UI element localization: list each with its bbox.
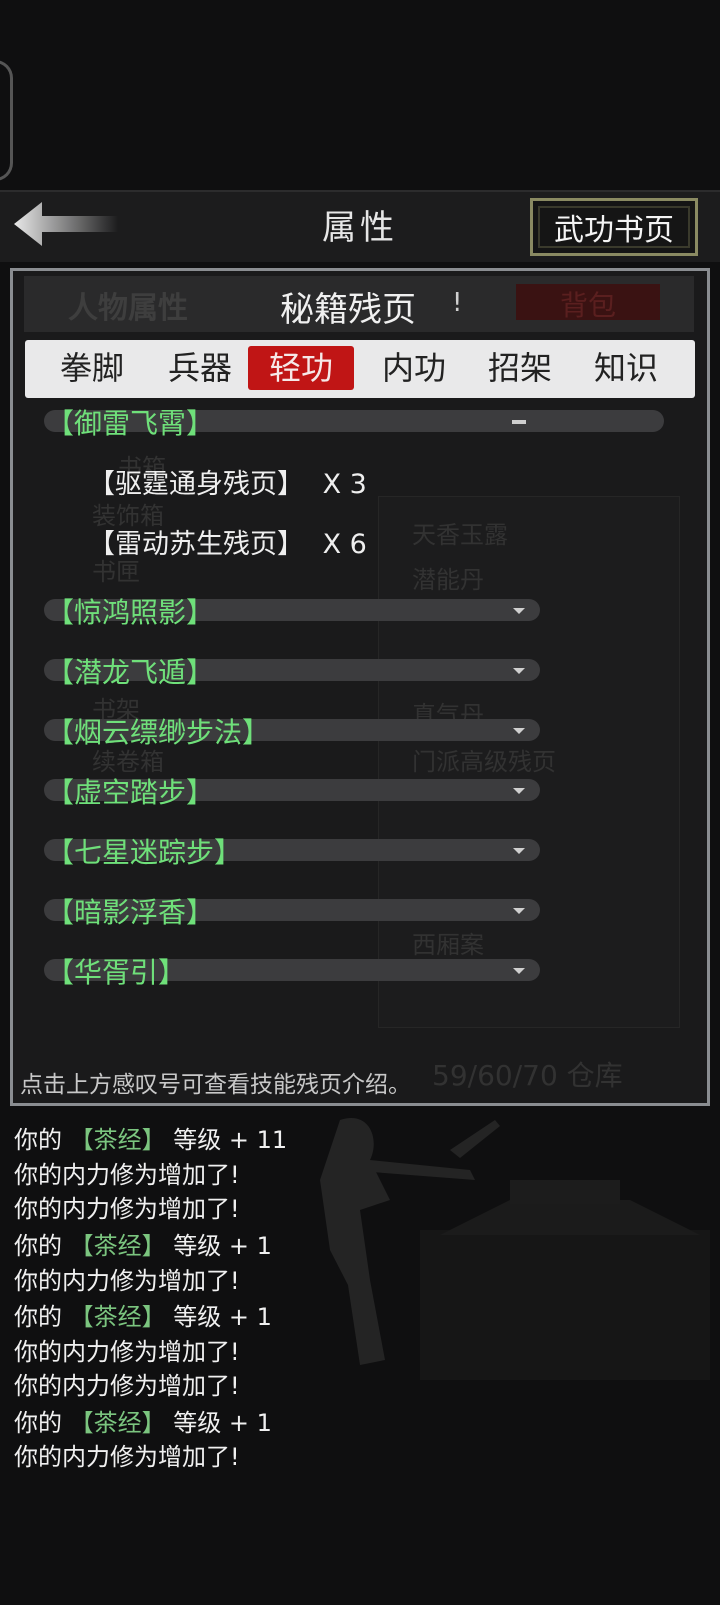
log-prefix: 你的 (14, 1126, 62, 1154)
log-entry: 你的 【茶经】 等级 + 1 (14, 1297, 272, 1332)
chevron-down-icon[interactable] (513, 968, 525, 974)
log-suffix: 等级 + 1 (173, 1232, 272, 1260)
skill-name: 【暗影浮香】 (46, 896, 215, 929)
screen-edge-decoration (0, 60, 13, 181)
tab-knowledge[interactable]: 知识 (578, 346, 674, 390)
log-entry: 你的内力修为增加了! (14, 1161, 240, 1189)
minus-icon[interactable] (512, 420, 526, 424)
log-item-name: 【茶经】 (69, 1409, 166, 1437)
chevron-down-icon[interactable] (513, 788, 525, 794)
log-suffix: 等级 + 1 (173, 1409, 272, 1437)
skill-name: 【御雷飞霄】 (46, 407, 215, 440)
chevron-down-icon[interactable] (513, 728, 525, 734)
chevron-down-icon[interactable] (513, 668, 525, 674)
log-entry: 你的 【茶经】 等级 + 1 (14, 1226, 272, 1261)
skill-name: 【七星迷踪步】 (46, 836, 243, 869)
log-entry: 你的 【茶经】 等级 + 11 (14, 1120, 287, 1155)
background-text: 西厢案 (412, 931, 484, 959)
background-text: 天香玉露 (412, 521, 508, 549)
chevron-down-icon[interactable] (513, 608, 525, 614)
log-prefix: 你的 (14, 1303, 62, 1331)
log-entry: 你的 【茶经】 等级 + 1 (14, 1403, 272, 1438)
log-item-name: 【茶经】 (69, 1126, 166, 1154)
log-entry: 你的内力修为增加了! (14, 1338, 240, 1366)
log-prefix: 你的 (14, 1232, 62, 1260)
tab-lightness-skill[interactable]: 轻功 (248, 346, 354, 390)
fragment-count: X 3 (322, 469, 367, 500)
tab-parry[interactable]: 招架 (472, 346, 568, 390)
tab-fist[interactable]: 拳脚 (44, 346, 140, 390)
fragment-name: 【驱霆通身残页】 (88, 469, 304, 500)
background-text: 59/60/70 仓库 (432, 1059, 623, 1092)
log-item-name: 【茶经】 (69, 1303, 166, 1331)
martial-pages-label: 武功书页 (538, 206, 690, 248)
log-suffix: 等级 + 11 (173, 1126, 288, 1154)
log-entry: 你的内力修为增加了! (14, 1267, 240, 1295)
log-entry: 你的内力修为增加了! (14, 1372, 240, 1400)
log-prefix: 你的 (14, 1409, 62, 1437)
chevron-down-icon[interactable] (513, 908, 525, 914)
log-entry: 你的内力修为增加了! (14, 1443, 240, 1471)
info-exclamation-button[interactable]: ! (452, 288, 462, 318)
martial-pages-button[interactable]: 武功书页 (530, 198, 698, 256)
fragment-name: 【雷动苏生残页】 (88, 529, 304, 560)
fragment-item: 【雷动苏生残页】 X 6 (88, 522, 367, 561)
skill-name: 【烟云缥缈步法】 (46, 716, 271, 749)
background-tab-backpack: 背包 (516, 284, 660, 322)
log-item-name: 【茶经】 (69, 1232, 166, 1260)
chevron-down-icon[interactable] (513, 848, 525, 854)
skill-name: 【惊鸿照影】 (46, 596, 215, 629)
skill-name: 【潜龙飞遁】 (46, 656, 215, 689)
log-entry: 你的内力修为增加了! (14, 1195, 240, 1223)
hint-text: 点击上方感叹号可查看技能残页介绍。 (20, 1072, 411, 1098)
background-text: 潜能丹 (412, 566, 484, 594)
skill-name: 【华胥引】 (46, 956, 187, 989)
fragment-item: 【驱霆通身残页】 X 3 (88, 462, 367, 501)
panel-title: 秘籍残页 (280, 290, 416, 330)
background-tab-attributes: 人物属性 (68, 291, 188, 326)
log-suffix: 等级 + 1 (173, 1303, 272, 1331)
skill-name: 【虚空踏步】 (46, 776, 215, 809)
tab-weapon[interactable]: 兵器 (152, 346, 248, 390)
warrior-silhouette-image (300, 1110, 720, 1390)
background-text: 门派高级残页 (412, 748, 556, 776)
fragment-count: X 6 (322, 529, 367, 560)
tab-inner-skill[interactable]: 内功 (366, 346, 462, 390)
